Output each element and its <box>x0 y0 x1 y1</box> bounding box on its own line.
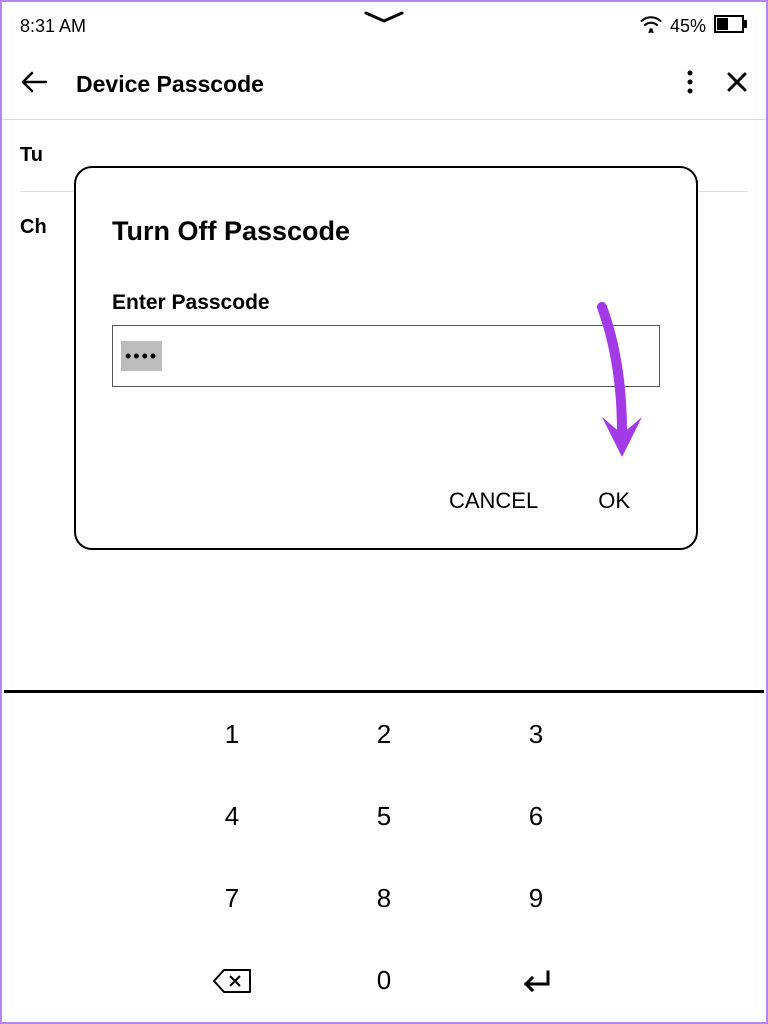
key-empty <box>4 858 156 940</box>
key-empty <box>612 940 764 1022</box>
key-1[interactable]: 1 <box>156 693 308 775</box>
key-empty <box>4 693 156 775</box>
key-6[interactable]: 6 <box>460 775 612 857</box>
key-2[interactable]: 2 <box>308 693 460 775</box>
page-title: Device Passcode <box>76 71 686 98</box>
dialog-title: Turn Off Passcode <box>112 216 660 247</box>
key-enter[interactable] <box>460 940 612 1022</box>
key-empty <box>612 858 764 940</box>
key-empty <box>612 775 764 857</box>
key-empty <box>4 940 156 1022</box>
status-time: 8:31 AM <box>20 16 86 37</box>
key-5[interactable]: 5 <box>308 775 460 857</box>
battery-percentage: 45% <box>670 16 706 37</box>
key-empty <box>612 693 764 775</box>
key-backspace[interactable] <box>156 940 308 1022</box>
battery-icon <box>714 15 748 38</box>
key-4[interactable]: 4 <box>156 775 308 857</box>
wifi-icon <box>640 15 662 38</box>
key-3[interactable]: 3 <box>460 693 612 775</box>
passcode-input[interactable]: •••• <box>112 325 660 387</box>
more-menu-icon[interactable] <box>686 69 694 100</box>
close-icon[interactable] <box>726 71 748 98</box>
passcode-label: Enter Passcode <box>112 291 660 315</box>
key-7[interactable]: 7 <box>156 858 308 940</box>
key-empty <box>4 775 156 857</box>
pull-handle-icon[interactable] <box>360 10 408 31</box>
turn-off-passcode-dialog: Turn Off Passcode Enter Passcode •••• CA… <box>74 166 698 550</box>
back-arrow-icon[interactable] <box>20 70 48 99</box>
numeric-keypad: 1 2 3 4 5 6 7 8 9 0 <box>4 690 764 1022</box>
status-bar: 8:31 AM 45% <box>2 2 766 50</box>
ok-button[interactable]: OK <box>598 488 630 514</box>
key-0[interactable]: 0 <box>308 940 460 1022</box>
cancel-button[interactable]: CANCEL <box>449 488 538 514</box>
header-bar: Device Passcode <box>2 50 766 120</box>
key-8[interactable]: 8 <box>308 858 460 940</box>
key-9[interactable]: 9 <box>460 858 612 940</box>
passcode-value: •••• <box>121 341 162 371</box>
